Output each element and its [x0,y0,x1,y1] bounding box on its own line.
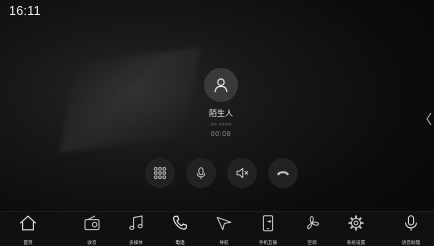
nav-label: 收音 [87,241,97,246]
hang-up-button[interactable] [268,158,298,188]
nav-label: 手机互联 [258,241,278,246]
speaker-button[interactable] [227,158,257,188]
nav-label: 电话 [175,241,185,246]
nav-label: 导航 [219,241,229,246]
radio-icon [84,215,100,231]
caller-avatar [204,68,238,102]
bottom-navigation-bar: 首页 收音 多媒体 电话 导航 手机互联 空调 系统设置 语音助理 [0,211,434,246]
phone-link-icon [262,215,274,232]
fan-icon [307,216,320,230]
nav-label: 多媒体 [129,241,143,246]
hang-up-icon [277,171,289,176]
speaker-icon [236,167,248,179]
call-screen: 16:11 陌生人 •• •••• 00:08 首页 收音 多媒体 电话 导航 … [0,0,434,246]
nav-item-air-conditioning[interactable]: 空调 [290,213,334,246]
caller-name: 陌生人 [209,109,233,118]
microphone-icon [196,166,206,179]
nav-label: 语音助理 [401,241,421,246]
voice-mic-icon [405,215,417,231]
chevron-left-icon [426,112,432,126]
nav-item-phone-link[interactable]: 手机互联 [246,213,290,246]
nav-item-media[interactable]: 多媒体 [114,213,158,246]
keypad-icon [154,167,166,179]
side-panel-handle[interactable] [424,108,434,130]
phone-icon [173,215,187,230]
call-duration: 00:08 [210,131,232,138]
status-bar: 16:11 [0,0,434,22]
caller-number: •• •••• [210,122,232,128]
nav-item-home[interactable]: 首页 [6,213,50,246]
navigation-arrow-icon [216,216,232,231]
nav-item-navigation[interactable]: 导航 [202,213,246,246]
nav-label: 空调 [307,241,317,246]
nav-item-voice-assistant[interactable]: 语音助理 [389,213,433,246]
nav-item-phone[interactable]: 电话 [158,213,202,246]
person-icon [214,78,228,93]
keypad-button[interactable] [145,158,175,188]
home-icon [19,215,37,231]
mute-microphone-button[interactable] [186,158,216,188]
music-note-icon [129,215,143,230]
nav-label: 系统设置 [346,241,366,246]
gear-icon [348,215,364,231]
status-clock: 16:11 [9,4,41,18]
nav-item-radio[interactable]: 收音 [70,213,114,246]
nav-label: 首页 [23,241,33,246]
nav-item-settings[interactable]: 系统设置 [334,213,378,246]
